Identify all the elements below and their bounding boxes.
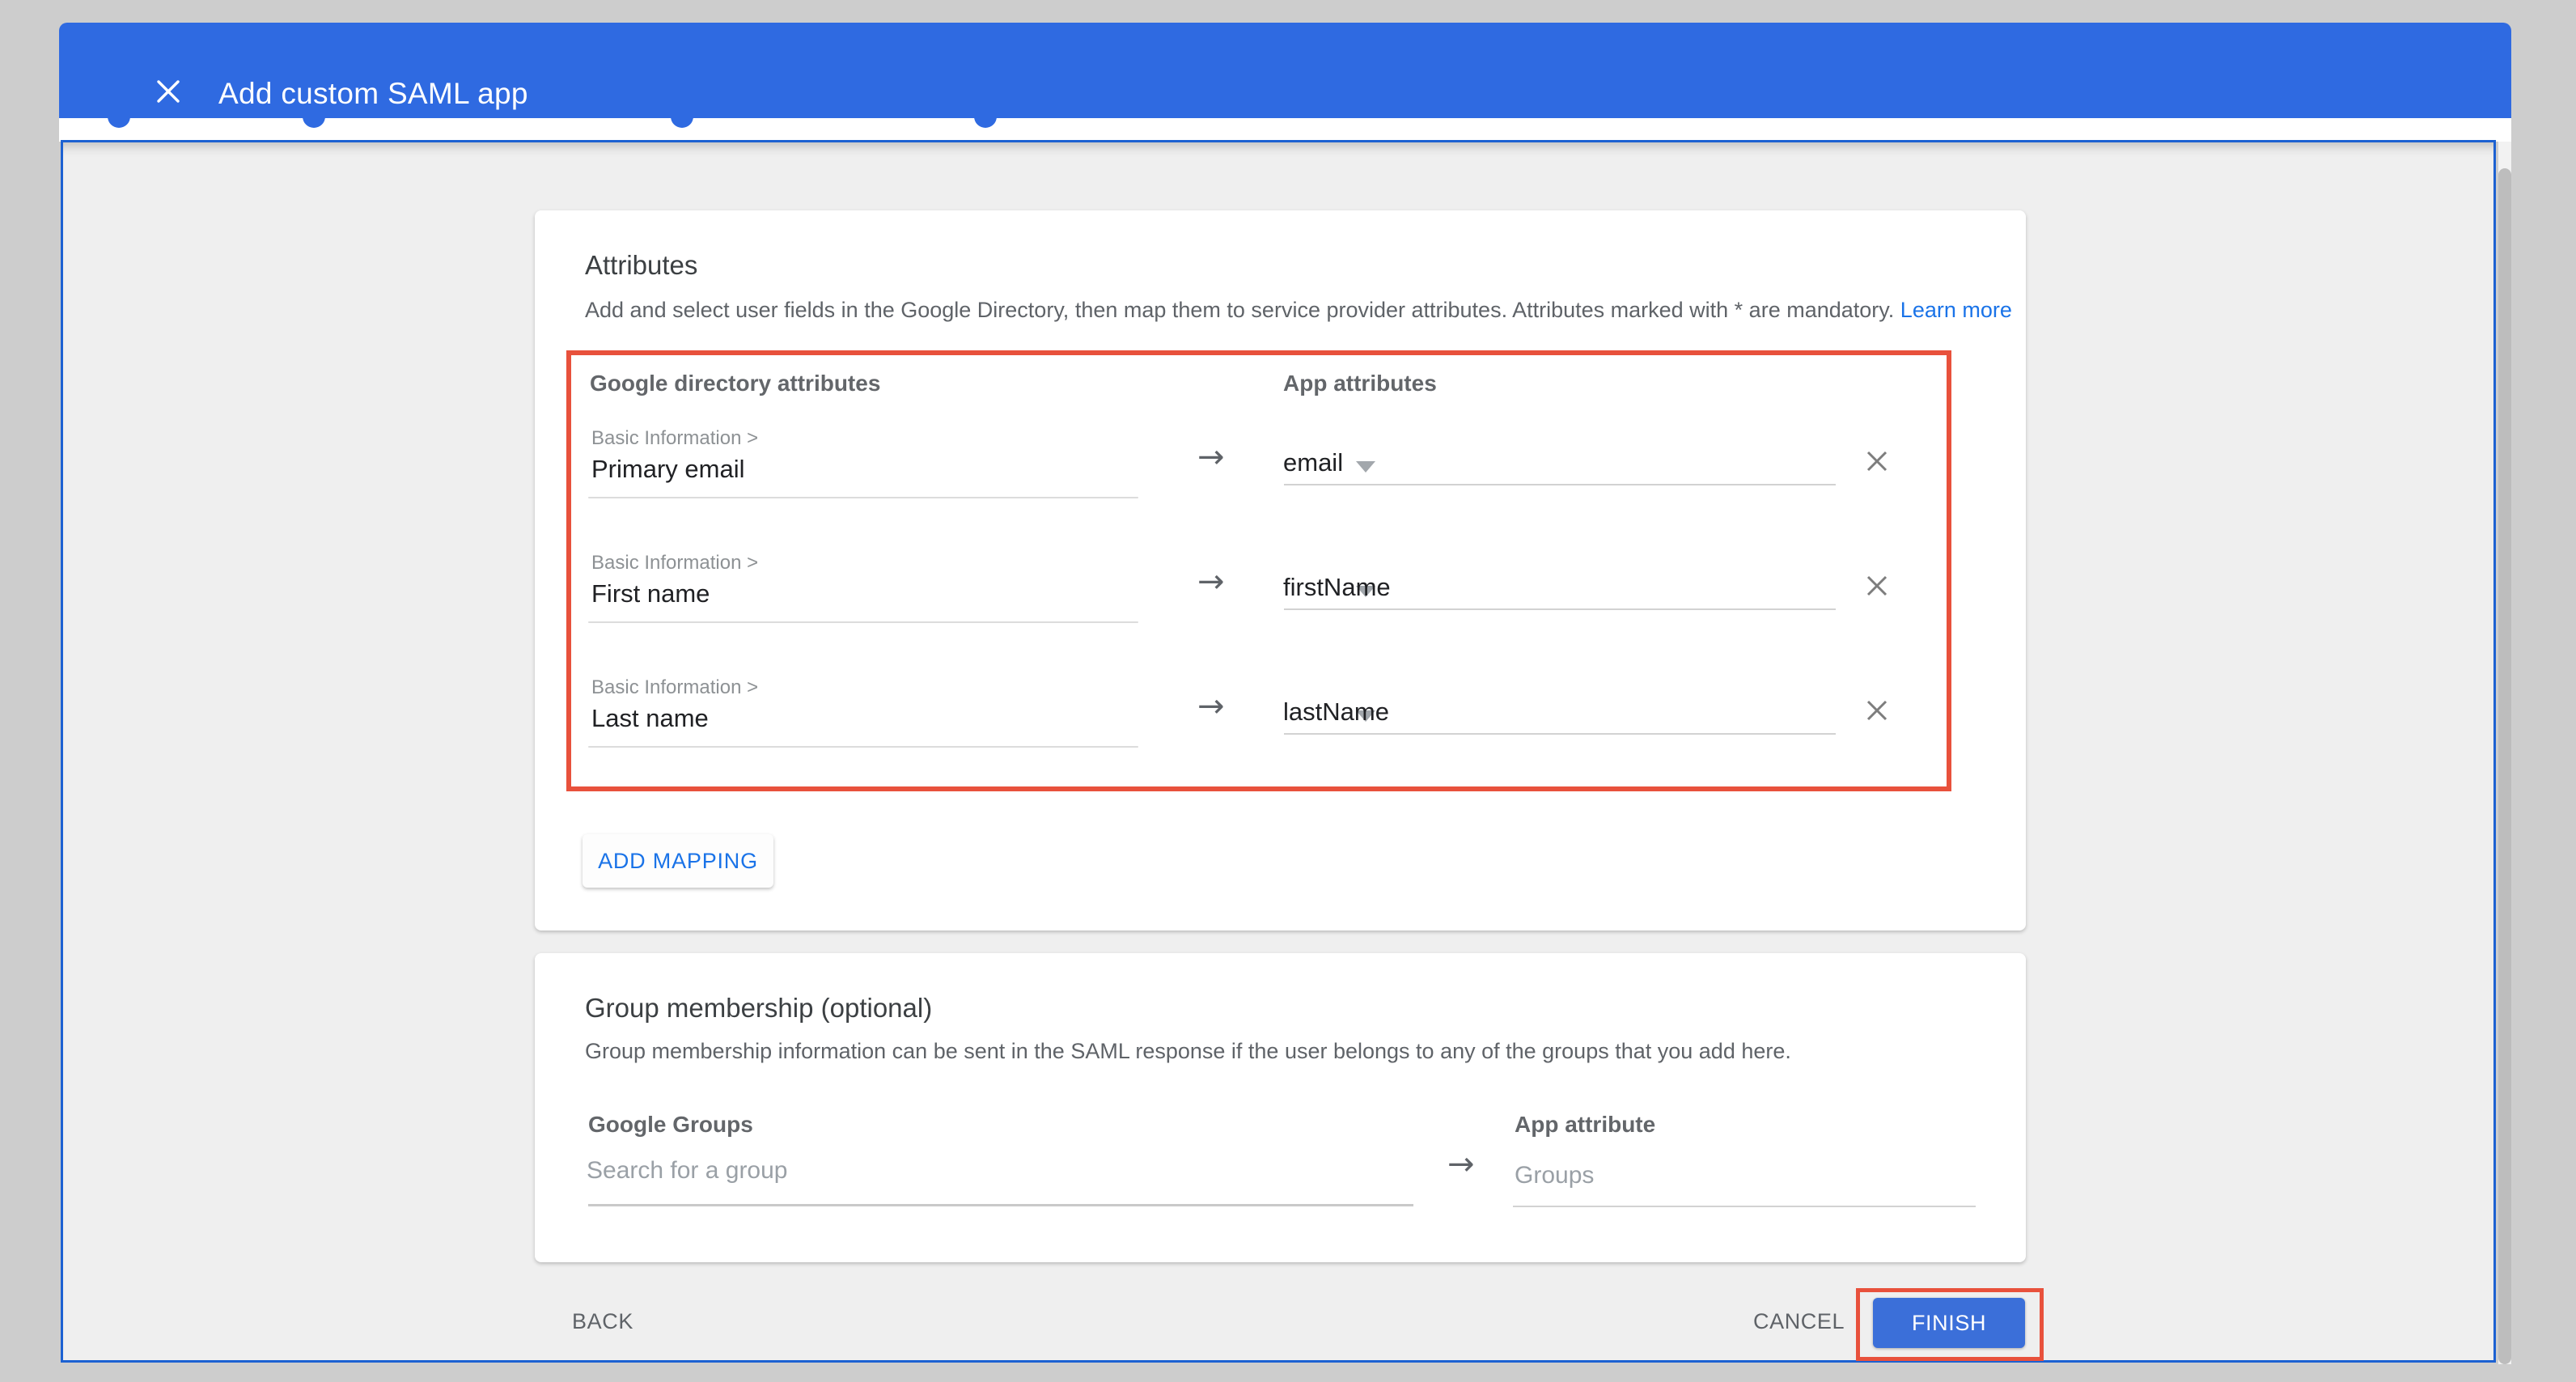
directory-field-select[interactable]: Last name	[591, 704, 709, 733]
groups-underline	[1513, 1206, 1976, 1207]
arrow-right-icon: →	[1197, 688, 1225, 725]
google-groups-label: Google Groups	[588, 1112, 753, 1138]
input-underline	[1284, 733, 1836, 735]
back-button[interactable]: BACK	[572, 1309, 633, 1334]
add-custom-saml-app-dialog: Add custom SAML app Attributes Add and s…	[0, 0, 2576, 1382]
select-underline	[588, 497, 1138, 498]
group-membership-card: Group membership (optional) Group member…	[535, 953, 2026, 1262]
attributes-card: Attributes Add and select user fields in…	[535, 210, 2026, 931]
remove-mapping-icon[interactable]	[1865, 698, 1889, 723]
arrow-right-icon: →	[1197, 563, 1225, 600]
search-underline	[588, 1204, 1413, 1206]
mapping-row: Basic Information > First name →	[535, 552, 2026, 676]
directory-field-select[interactable]: First name	[591, 579, 710, 608]
directory-category-label: Basic Information >	[591, 676, 758, 699]
cancel-button[interactable]: CANCEL	[1753, 1309, 1845, 1334]
remove-mapping-icon[interactable]	[1865, 449, 1889, 473]
google-directory-attributes-header: Google directory attributes	[590, 371, 880, 396]
arrow-right-icon: →	[1197, 439, 1225, 476]
header-gap-strip	[59, 118, 2511, 142]
directory-field-select[interactable]: Primary email	[591, 455, 744, 484]
mapping-row: Basic Information > Primary email →	[535, 427, 2026, 552]
attributes-description-text: Add and select user fields in the Google…	[585, 298, 1894, 322]
app-attributes-header: App attributes	[1283, 371, 1437, 396]
close-icon[interactable]	[155, 78, 182, 105]
scrollbar-thumb[interactable]	[2498, 168, 2511, 1364]
directory-category-label: Basic Information >	[591, 552, 758, 574]
groups-attribute-input[interactable]	[1515, 1162, 1968, 1189]
group-membership-description: Group membership information can be sent…	[585, 1039, 1791, 1064]
remove-mapping-icon[interactable]	[1865, 574, 1889, 598]
select-underline	[588, 621, 1138, 623]
group-membership-title: Group membership (optional)	[585, 993, 932, 1024]
finish-button[interactable]: FINISH	[1873, 1298, 2025, 1348]
attributes-card-title: Attributes	[585, 250, 697, 281]
input-underline	[1284, 484, 1836, 485]
mapping-row: Basic Information > Last name →	[535, 676, 2026, 801]
arrow-right-icon: →	[1447, 1146, 1475, 1183]
dialog-title: Add custom SAML app	[218, 77, 528, 111]
app-attribute-input[interactable]	[1283, 448, 1736, 477]
dialog-header: Add custom SAML app	[59, 23, 2511, 118]
app-attribute-input[interactable]	[1283, 573, 1736, 602]
group-search-input[interactable]	[587, 1157, 1412, 1185]
attributes-card-description: Add and select user fields in the Google…	[585, 298, 2012, 323]
select-underline	[588, 746, 1138, 748]
directory-category-label: Basic Information >	[591, 427, 758, 450]
input-underline	[1284, 608, 1836, 610]
app-attribute-input[interactable]	[1283, 697, 1736, 727]
add-mapping-button[interactable]: ADD MAPPING	[583, 834, 773, 888]
learn-more-link[interactable]: Learn more	[1900, 298, 2012, 322]
app-attribute-label: App attribute	[1515, 1112, 1655, 1138]
